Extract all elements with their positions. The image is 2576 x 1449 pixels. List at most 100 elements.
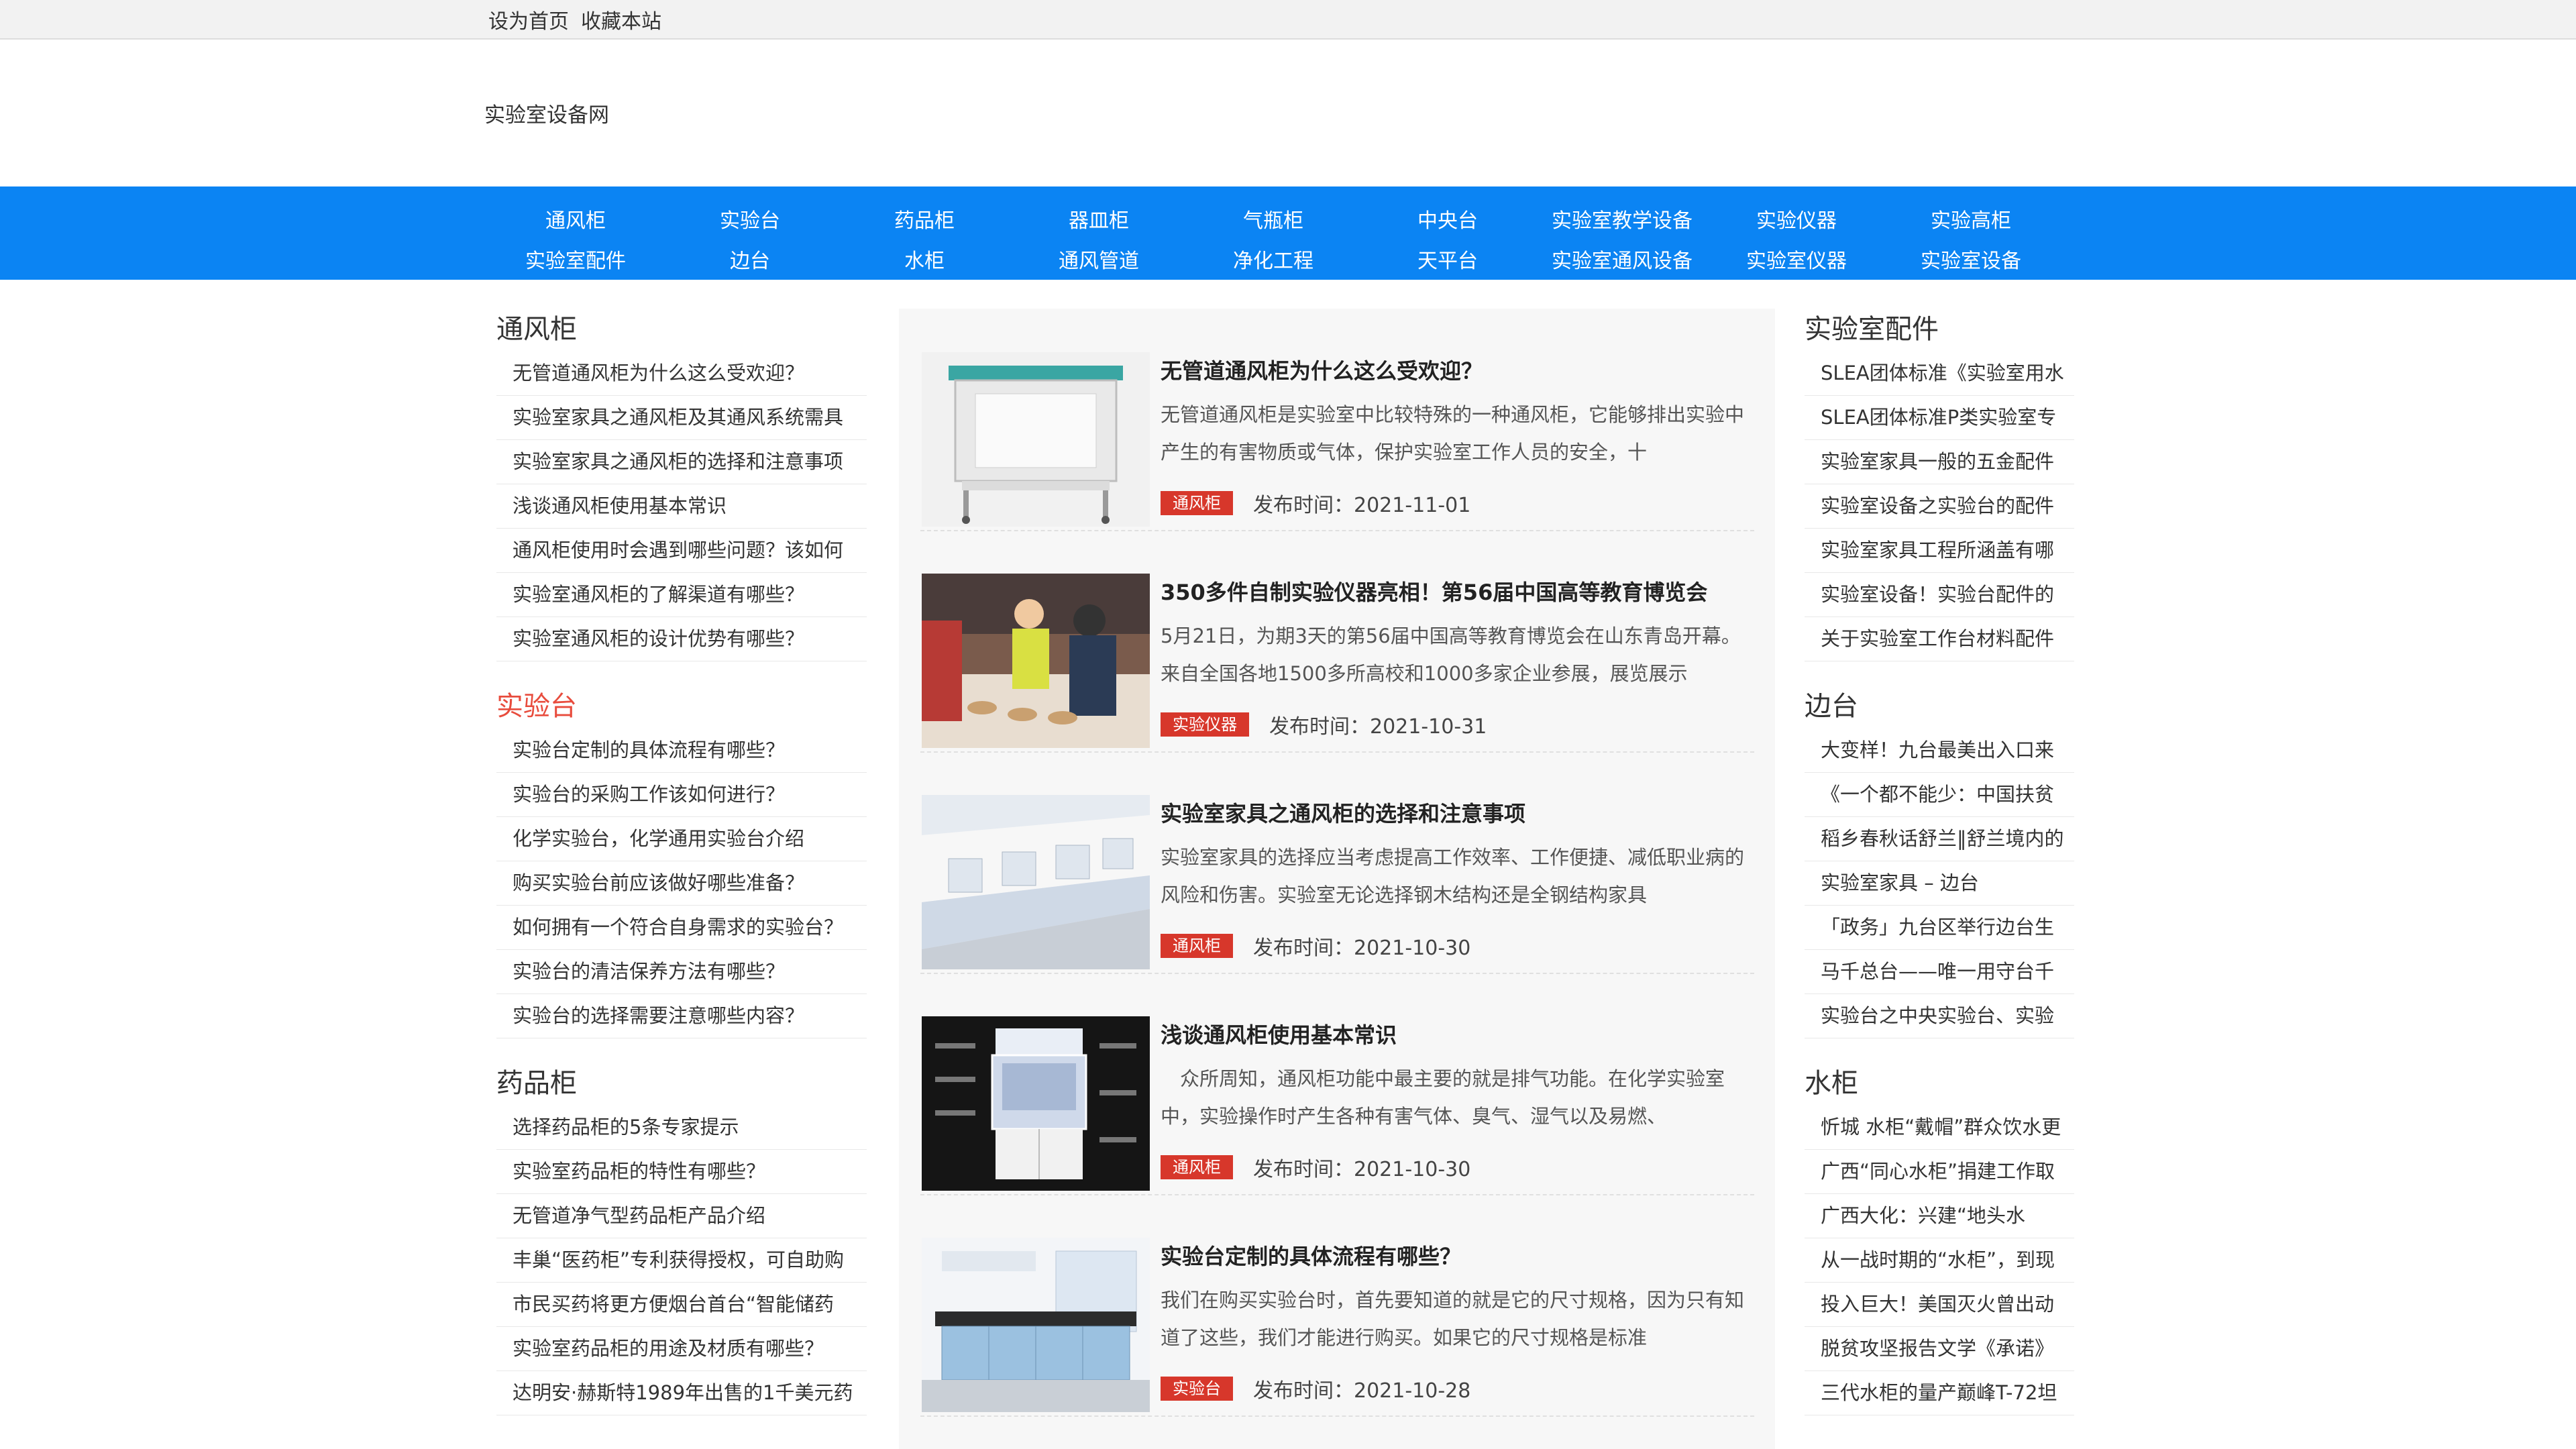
- list-item[interactable]: 实验室家具一般的五金配件: [1805, 440, 2074, 484]
- list-item[interactable]: 实验室通风柜的了解渠道有哪些？: [496, 573, 867, 617]
- section-list: 大变样！九台最美出入口来 《一个都不能少：中国扶贫 稻乡春秋话舒兰‖舒兰境内的 实验室…: [1805, 729, 2074, 1038]
- section-list: 选择药品柜的5条专家提示 实验室药品柜的特性有哪些？ 无管道净气型药品柜产品介绍 丰巢…: [496, 1106, 867, 1415]
- bookmark-link[interactable]: 收藏本站: [581, 5, 661, 34]
- thumb-expo-icon[interactable]: [922, 574, 1150, 748]
- section-list: 忻城 水柜“戴帽”群众饮水更 广西“同心水柜”捐建工作取 广西大化：兴建“地头水 从一…: [1805, 1106, 2074, 1415]
- list-item[interactable]: 实验室家具工程所涵盖有哪: [1805, 529, 2074, 573]
- nav-item[interactable]: 天平台: [1360, 239, 1535, 279]
- list-item[interactable]: 广西大化：兴建“地头水: [1805, 1194, 2074, 1238]
- article-meta: 通风柜 发布时间：2021-10-30: [1161, 931, 1470, 961]
- list-item[interactable]: 从一战时期的“水柜”，到现: [1805, 1238, 2074, 1283]
- list-item[interactable]: 如何拥有一个符合自身需求的实验台？: [496, 906, 867, 950]
- list-item[interactable]: 实验台的清洁保养方法有哪些？: [496, 950, 867, 994]
- list-item[interactable]: 实验室药品柜的特性有哪些？: [496, 1150, 867, 1194]
- nav-item[interactable]: 实验室仪器: [1709, 239, 1884, 279]
- nav-item[interactable]: 实验室教学设备: [1535, 199, 1709, 239]
- article-title[interactable]: 无管道通风柜为什么这么受欢迎？: [1161, 354, 1483, 385]
- article-title[interactable]: 实验室家具之通风柜的选择和注意事项: [1161, 797, 1525, 828]
- section-heading[interactable]: 实验台: [496, 684, 867, 729]
- list-item[interactable]: 实验台定制的具体流程有哪些？: [496, 729, 867, 773]
- list-item[interactable]: 实验室药品柜的用途及材质有哪些？: [496, 1327, 867, 1371]
- main-nav: 通风柜 实验台 药品柜 器皿柜 气瓶柜 中央台 实验室教学设备 实验仪器 实验高柜实验室配件 边台…: [0, 186, 2576, 280]
- list-item[interactable]: SLEA团体标准P类实验室专: [1805, 396, 2074, 440]
- article-item: 350多件自制实验仪器亮相！第56届中国高等教育博览会 5月21日，为期3天的第5…: [920, 530, 1754, 753]
- list-item[interactable]: 脱贫攻坚报告文学《承诺》: [1805, 1327, 2074, 1371]
- article-summary: 无管道通风柜是实验室中比较特殊的一种通风柜，它能够排出实验中产生的有害物质或气体…: [1161, 403, 1744, 464]
- nav-item[interactable]: 气瓶柜: [1186, 199, 1360, 239]
- nav-item[interactable]: 边台: [663, 239, 837, 279]
- top-links: 设为首页 收藏本站: [488, 0, 661, 38]
- list-item[interactable]: 达明安·赫斯特1989年出售的1千美元药: [496, 1371, 867, 1415]
- category-tag[interactable]: 通风柜: [1161, 1155, 1233, 1179]
- thumb-lab-row-icon[interactable]: [922, 795, 1150, 969]
- section-heading[interactable]: 边台: [1805, 684, 2074, 729]
- list-item[interactable]: 实验室设备之实验台的配件: [1805, 484, 2074, 529]
- list-item[interactable]: SLEA团体标准《实验室用水: [1805, 352, 2074, 396]
- list-item[interactable]: 广西“同心水柜”捐建工作取: [1805, 1150, 2074, 1194]
- list-item[interactable]: 无管道净气型药品柜产品介绍: [496, 1194, 867, 1238]
- list-item[interactable]: 关于实验室工作台材料配件: [1805, 617, 2074, 661]
- list-item[interactable]: 实验台的选择需要注意哪些内容？: [496, 994, 867, 1038]
- list-item[interactable]: 化学实验台，化学通用实验台介绍: [496, 817, 867, 861]
- list-item[interactable]: 实验台之中央实验台、实验: [1805, 994, 2074, 1038]
- list-item[interactable]: 实验台的采购工作该如何进行？: [496, 773, 867, 817]
- list-item[interactable]: 稻乡春秋话舒兰‖舒兰境内的: [1805, 817, 2074, 861]
- section-heading[interactable]: 实验室配件: [1805, 307, 2074, 352]
- thumb-lab-bench-icon[interactable]: [922, 1238, 1150, 1412]
- nav-item[interactable]: 实验高柜: [1884, 199, 2058, 239]
- nav-item[interactable]: 通风柜: [488, 199, 663, 239]
- list-item[interactable]: 实验室通风柜的设计优势有哪些？: [496, 617, 867, 661]
- nav-item[interactable]: 实验室通风设备: [1535, 239, 1709, 279]
- list-item[interactable]: 实验室家具 – 边台: [1805, 861, 2074, 906]
- publish-date: 发布时间：2021-10-28: [1253, 1379, 1471, 1403]
- article-summary: 5月21日，为期3天的第56届中国高等教育博览会在山东青岛开幕。来自全国各地15…: [1161, 625, 1741, 685]
- list-item[interactable]: 通风柜使用时会遇到哪些问题？该如何: [496, 529, 867, 573]
- set-home-link[interactable]: 设为首页: [488, 5, 569, 34]
- nav-item[interactable]: 水柜: [837, 239, 1012, 279]
- section-heading[interactable]: 通风柜: [496, 307, 867, 352]
- list-item[interactable]: 丰巢“医药柜”专利获得授权，可自助购: [496, 1238, 867, 1283]
- list-item[interactable]: 实验室设备！实验台配件的: [1805, 573, 2074, 617]
- list-item[interactable]: 马千总台——唯一用守台千: [1805, 950, 2074, 994]
- site-title[interactable]: 实验室设备网: [484, 98, 609, 128]
- left-sidebar: 通风柜 无管道通风柜为什么这么受欢迎？ 实验室家具之通风柜及其通风系统需具 实验室家具…: [496, 307, 867, 1438]
- list-item[interactable]: 《一个都不能少：中国扶贫: [1805, 773, 2074, 817]
- list-item[interactable]: 实验室家具之通风柜的选择和注意事项: [496, 440, 867, 484]
- nav-item[interactable]: 实验台: [663, 199, 837, 239]
- section-heading[interactable]: 药品柜: [496, 1061, 867, 1106]
- list-item[interactable]: 投入巨大！美国灭火曾出动: [1805, 1283, 2074, 1327]
- list-item[interactable]: 无管道通风柜为什么这么受欢迎？: [496, 352, 867, 396]
- list-item[interactable]: 三代水柜的量产巅峰T-72坦: [1805, 1371, 2074, 1415]
- publish-date: 发布时间：2021-11-01: [1253, 494, 1471, 517]
- list-item[interactable]: 购买实验台前应该做好哪些准备？: [496, 861, 867, 906]
- nav-item[interactable]: 实验室配件: [488, 239, 663, 279]
- nav-item[interactable]: 通风管道: [1012, 239, 1186, 279]
- list-item[interactable]: 「政务」九台区举行边台生: [1805, 906, 2074, 950]
- article-title[interactable]: 实验台定制的具体流程有哪些？: [1161, 1240, 1461, 1271]
- list-item[interactable]: 忻城 水柜“戴帽”群众饮水更: [1805, 1106, 2074, 1150]
- nav-item[interactable]: 实验仪器: [1709, 199, 1884, 239]
- nav-item[interactable]: 中央台: [1360, 199, 1535, 239]
- article-title[interactable]: 浅谈通风柜使用基本常识: [1161, 1018, 1397, 1049]
- nav-item[interactable]: 器皿柜: [1012, 199, 1186, 239]
- category-tag[interactable]: 通风柜: [1161, 934, 1233, 958]
- nav-item[interactable]: 净化工程: [1186, 239, 1360, 279]
- article-summary: 我们在购买实验台时，首先要知道的就是它的尺寸规格，因为只有知道了这些，我们才能进…: [1161, 1289, 1744, 1349]
- thumb-cabinet-icon[interactable]: [922, 352, 1150, 527]
- right-sidebar: 实验室配件 SLEA团体标准《实验室用水 SLEA团体标准P类实验室专 实验室家具一般…: [1805, 307, 2074, 1438]
- list-item[interactable]: 浅谈通风柜使用基本常识: [496, 484, 867, 529]
- list-item[interactable]: 实验室家具之通风柜及其通风系统需具: [496, 396, 867, 440]
- list-item[interactable]: 选择药品柜的5条专家提示: [496, 1106, 867, 1150]
- category-tag[interactable]: 实验台: [1161, 1377, 1233, 1401]
- list-item[interactable]: 市民买药将更方便烟台首台“智能储药: [496, 1283, 867, 1327]
- article-title[interactable]: 350多件自制实验仪器亮相！第56届中国高等教育博览会: [1161, 576, 1707, 606]
- list-item[interactable]: 大变样！九台最美出入口来: [1805, 729, 2074, 773]
- category-tag[interactable]: 实验仪器: [1161, 712, 1249, 737]
- thumb-fume-hood-icon[interactable]: [922, 1016, 1150, 1191]
- section-list: 实验台定制的具体流程有哪些？ 实验台的采购工作该如何进行？ 化学实验台，化学通用实验…: [496, 729, 867, 1038]
- article-item: 无管道通风柜为什么这么受欢迎？ 无管道通风柜是实验室中比较特殊的一种通风柜，它能够…: [920, 309, 1754, 531]
- section-heading[interactable]: 水柜: [1805, 1061, 2074, 1106]
- nav-item[interactable]: 实验室设备: [1884, 239, 2058, 279]
- category-tag[interactable]: 通风柜: [1161, 491, 1233, 515]
- nav-item[interactable]: 药品柜: [837, 199, 1012, 239]
